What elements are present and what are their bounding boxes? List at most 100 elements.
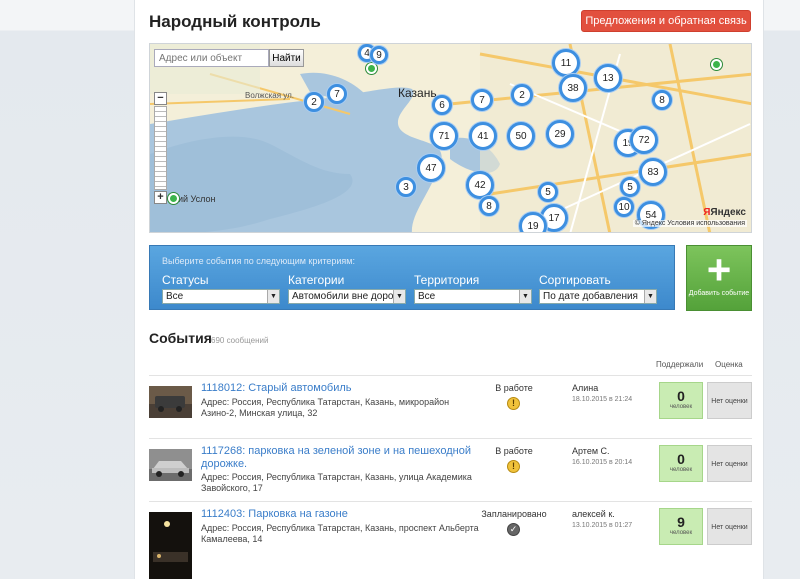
event-title-link[interactable]: 1117268: парковка на зеленой зоне и на п… [201, 445, 481, 471]
single-event-pin[interactable] [168, 193, 179, 204]
support-column-header: Поддержали [656, 360, 704, 369]
event-photo[interactable] [149, 512, 192, 579]
filter-territory: Территория Все ▼ [414, 273, 532, 304]
filter-sort: Сортировать По дате добавления ▼ [539, 273, 657, 304]
events-map[interactable]: Найти − + Казань Волжская ул. ий Услон 4… [149, 43, 752, 233]
filter-label: Категории [288, 273, 345, 287]
chevron-down-icon: ▼ [267, 290, 279, 303]
map-city-label: Казань [398, 86, 437, 100]
event-address: Адрес: Россия, Республика Татарстан, Каз… [201, 472, 472, 493]
chevron-down-icon: ▼ [393, 290, 405, 303]
filter-category: Категории Автомобили вне доро ▼ [288, 273, 406, 304]
event-cluster-marker[interactable]: 50 [507, 122, 535, 150]
event-cluster-marker[interactable]: 38 [559, 74, 587, 102]
map-search-input[interactable] [154, 49, 269, 67]
chevron-down-icon: ▼ [519, 290, 531, 303]
support-button[interactable]: 0 человек [659, 445, 703, 482]
event-cluster-marker[interactable]: 19 [519, 212, 547, 232]
add-event-label: Добавить событие [688, 290, 750, 297]
event-row: 1118012: Старый автомобиль Адрес: Россия… [149, 375, 752, 438]
event-cluster-marker[interactable]: 5 [620, 177, 640, 197]
add-event-button[interactable]: + Добавить событие [686, 245, 752, 311]
event-cluster-marker[interactable]: 47 [417, 154, 445, 182]
chevron-down-icon: ▼ [644, 290, 656, 303]
sort-select[interactable]: По дате добавления ▼ [539, 289, 657, 304]
page-title: Народный контроль [149, 12, 321, 31]
event-cluster-marker[interactable]: 83 [639, 158, 667, 186]
event-address: Адрес: Россия, Республика Татарстан, Каз… [201, 397, 450, 418]
rating-box[interactable]: Нет оценки [707, 382, 752, 419]
in-progress-icon: ! [507, 460, 520, 473]
event-status: В работе [495, 446, 533, 456]
event-cluster-marker[interactable]: 7 [327, 84, 347, 104]
support-count: 0 [677, 451, 685, 467]
event-cluster-marker[interactable]: 41 [469, 122, 497, 150]
feedback-button[interactable]: Предложения и обратная связь [581, 10, 751, 32]
event-cluster-marker[interactable]: 11 [552, 49, 580, 77]
event-cluster-marker[interactable]: 5 [538, 182, 558, 202]
filter-panel: Выберите события по следующим критериям:… [149, 245, 675, 310]
territory-select[interactable]: Все ▼ [414, 289, 532, 304]
single-event-pin[interactable] [366, 63, 377, 74]
zoom-in-button[interactable]: − [154, 92, 167, 105]
check-icon: ✓ [507, 523, 520, 536]
event-date: 16.10.2015 в 20:14 [572, 459, 633, 466]
event-cluster-marker[interactable]: 7 [471, 89, 493, 111]
events-count: 690 сообщений [211, 336, 269, 345]
event-date: 18.10.2015 в 21:24 [572, 396, 633, 403]
rating-column-header: Оценка [715, 360, 743, 369]
events-title: События [149, 330, 212, 346]
event-cluster-marker[interactable]: 13 [594, 64, 622, 92]
support-caption: человек [669, 404, 693, 410]
event-cluster-marker[interactable]: 3 [396, 177, 416, 197]
event-cluster-marker[interactable]: 10 [614, 197, 634, 217]
filter-hint: Выберите события по следующим критериям: [162, 256, 355, 266]
map-search: Найти [154, 49, 304, 67]
event-author: Алина [572, 383, 599, 393]
event-cluster-marker[interactable]: 71 [430, 122, 458, 150]
zoom-out-button[interactable]: + [154, 191, 167, 204]
event-title-link[interactable]: 1118012: Старый автомобиль [201, 382, 481, 395]
event-cluster-marker[interactable]: 29 [546, 120, 574, 148]
map-terms-link[interactable]: © Яндекс Условия использования [632, 220, 747, 227]
event-cluster-marker[interactable]: 2 [511, 84, 533, 106]
support-count: 0 [677, 388, 685, 404]
filter-label: Территория [414, 273, 480, 287]
category-select[interactable]: Автомобили вне доро ▼ [288, 289, 406, 304]
event-cluster-marker[interactable]: 42 [466, 171, 494, 199]
zoom-slider[interactable] [154, 106, 167, 190]
event-address: Адрес: Россия, Республика Татарстан, Каз… [201, 523, 479, 544]
event-date: 13.10.2015 в 01:27 [572, 522, 633, 529]
support-button[interactable]: 0 человек [659, 382, 703, 419]
event-cluster-marker[interactable]: 8 [479, 196, 499, 216]
event-row: 1117268: парковка на зеленой зоне и на п… [149, 438, 752, 501]
map-town-label: ий Услон [178, 194, 216, 204]
support-caption: человек [669, 467, 693, 473]
event-photo[interactable] [149, 386, 192, 418]
event-cluster-marker[interactable]: 9 [370, 46, 388, 64]
event-row: 1112403: Парковка на газоне Адрес: Росси… [149, 501, 752, 579]
event-cluster-marker[interactable]: 8 [652, 90, 672, 110]
main-page: Народный контроль Предложения и обратная… [134, 0, 764, 579]
event-cluster-marker[interactable]: 72 [630, 126, 658, 154]
support-button[interactable]: 9 человек [659, 508, 703, 545]
event-status: В работе [495, 383, 533, 393]
filter-label: Статусы [162, 273, 209, 287]
filter-status: Статусы Все ▼ [162, 273, 280, 304]
map-search-button[interactable]: Найти [269, 49, 304, 67]
zoom-control: − + [154, 92, 168, 204]
event-photo[interactable] [149, 449, 192, 481]
event-author: Артем С. [572, 446, 610, 456]
status-select[interactable]: Все ▼ [162, 289, 280, 304]
event-author: алексей к. [572, 509, 615, 519]
single-event-pin[interactable] [711, 59, 722, 70]
event-cluster-marker[interactable]: 2 [304, 92, 324, 112]
rating-box[interactable]: Нет оценки [707, 445, 752, 482]
event-title-link[interactable]: 1112403: Парковка на газоне [201, 508, 481, 521]
map-street-label: Волжская ул. [245, 91, 295, 100]
event-cluster-marker[interactable]: 6 [432, 95, 452, 115]
rating-box[interactable]: Нет оценки [707, 508, 752, 545]
in-progress-icon: ! [507, 397, 520, 410]
yandex-logo: ЯЯндекс [703, 207, 746, 218]
support-count: 9 [677, 514, 685, 530]
